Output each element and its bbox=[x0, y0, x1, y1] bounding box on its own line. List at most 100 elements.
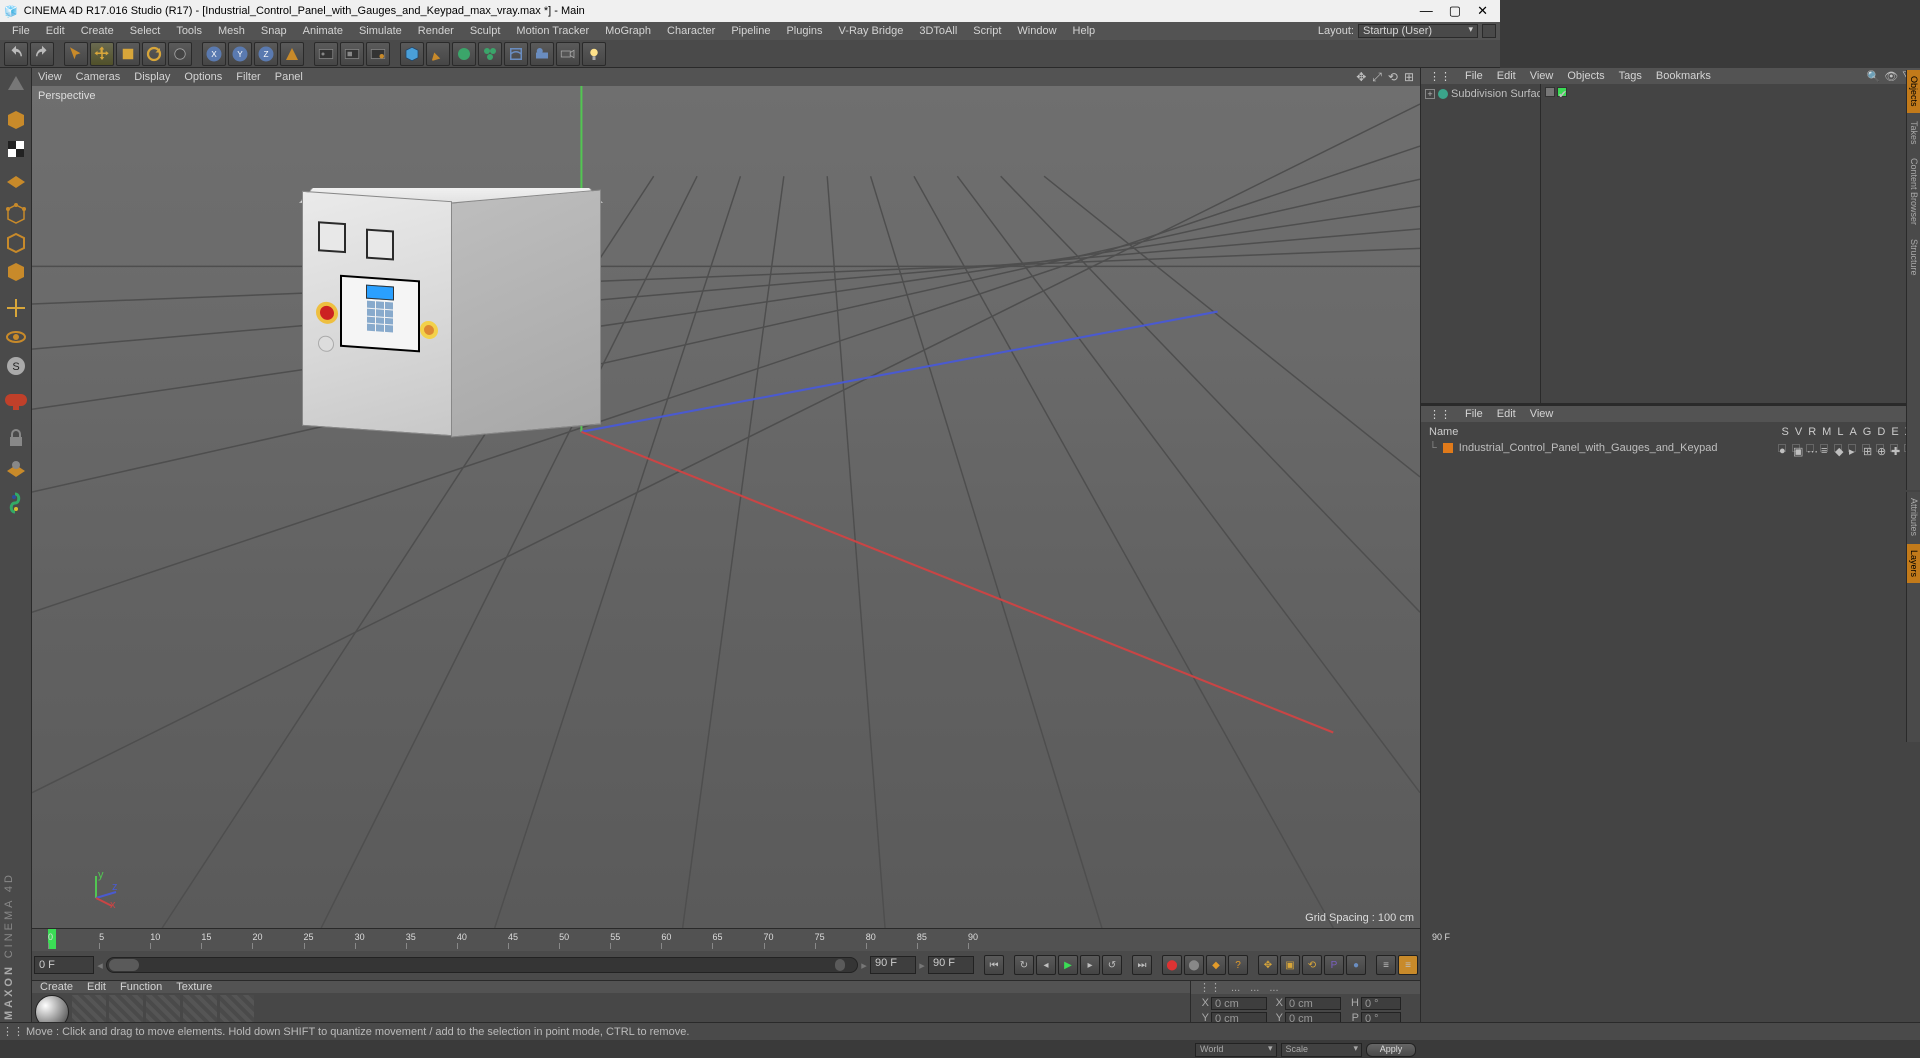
layer-color-icon[interactable] bbox=[1443, 443, 1453, 453]
vp-menu-cameras[interactable]: Cameras bbox=[76, 71, 121, 83]
make-editable-button[interactable] bbox=[2, 70, 30, 98]
rp-grip-icon-2[interactable]: ⋮⋮ bbox=[1429, 408, 1451, 421]
menu-tools[interactable]: Tools bbox=[168, 24, 210, 38]
keyframe-sel-button[interactable]: ◆ bbox=[1206, 955, 1226, 975]
side-tab-content-browser[interactable]: Content Browser bbox=[1907, 152, 1920, 231]
maximize-button[interactable]: ▢ bbox=[1449, 3, 1461, 19]
scale-tool[interactable] bbox=[116, 42, 140, 66]
menu-sculpt[interactable]: Sculpt bbox=[462, 24, 509, 38]
viewport-perspective[interactable]: Perspective bbox=[32, 86, 1420, 928]
menu-mograph[interactable]: MoGraph bbox=[597, 24, 659, 38]
side-tab-attributes[interactable]: Attributes bbox=[1907, 492, 1920, 542]
menu-render[interactable]: Render bbox=[410, 24, 462, 38]
layout-config-button[interactable] bbox=[1482, 24, 1496, 38]
snap-button[interactable]: S bbox=[2, 352, 30, 380]
rp-search-icon[interactable]: 🔍 bbox=[1867, 70, 1881, 83]
layerpanel-menu-view[interactable]: View bbox=[1530, 408, 1554, 421]
coord-space-dropdown[interactable]: World bbox=[1195, 1043, 1277, 1057]
menu-edit[interactable]: Edit bbox=[38, 24, 73, 38]
viewport-solo-button[interactable] bbox=[2, 323, 30, 351]
mat-menu-texture[interactable]: Texture bbox=[176, 981, 212, 993]
script-button[interactable] bbox=[2, 489, 30, 517]
vp-move-icon[interactable]: ✥ bbox=[1356, 70, 1366, 85]
texture-mode[interactable] bbox=[2, 135, 30, 163]
coord-apply-button[interactable]: Apply bbox=[1366, 1043, 1416, 1057]
menu-character[interactable]: Character bbox=[659, 24, 723, 38]
menu-plugins[interactable]: Plugins bbox=[778, 24, 830, 38]
menu-motion-tracker[interactable]: Motion Tracker bbox=[508, 24, 597, 38]
coord-mode-dropdown[interactable]: Scale bbox=[1281, 1043, 1363, 1057]
locked-workplane-button[interactable] bbox=[2, 424, 30, 452]
workplane-snap-button[interactable] bbox=[2, 388, 30, 416]
vp-menu-display[interactable]: Display bbox=[134, 71, 170, 83]
menu-create[interactable]: Create bbox=[73, 24, 122, 38]
coord-menu-icon[interactable]: ⋮⋮ bbox=[1199, 981, 1221, 994]
add-pen-button[interactable] bbox=[426, 42, 450, 66]
key-pla-button[interactable]: ● bbox=[1346, 955, 1366, 975]
menu-help[interactable]: Help bbox=[1065, 24, 1104, 38]
menu-snap[interactable]: Snap bbox=[253, 24, 295, 38]
play-button[interactable]: ▶ bbox=[1058, 955, 1078, 975]
side-tab-structure[interactable]: Structure bbox=[1907, 233, 1920, 282]
rotate-tool[interactable] bbox=[142, 42, 166, 66]
vp-menu-panel[interactable]: Panel bbox=[275, 71, 303, 83]
add-nurbs-button[interactable] bbox=[452, 42, 476, 66]
side-tab-objects[interactable]: Objects bbox=[1907, 70, 1920, 113]
mat-menu-function[interactable]: Function bbox=[120, 981, 162, 993]
autokey-button[interactable]: ⬤ bbox=[1184, 955, 1204, 975]
edges-mode[interactable] bbox=[2, 229, 30, 257]
frame-out-field[interactable]: 90 F bbox=[870, 956, 916, 974]
redo-button[interactable] bbox=[30, 42, 54, 66]
object-tree[interactable]: + Subdivision Surface ✔ bbox=[1421, 84, 1920, 403]
vp-zoom-icon[interactable]: ⤢ bbox=[1372, 70, 1382, 85]
layer-item-label[interactable]: Industrial_Control_Panel_with_Gauges_and… bbox=[1459, 442, 1718, 454]
timeline-ruler[interactable]: 05101520253035404550556065707580859090 F bbox=[32, 929, 1420, 951]
tree-item-label[interactable]: Subdivision Surface bbox=[1451, 88, 1548, 100]
layerpanel-menu-edit[interactable]: Edit bbox=[1497, 408, 1516, 421]
objpanel-menu-tags[interactable]: Tags bbox=[1619, 70, 1642, 83]
objpanel-menu-view[interactable]: View bbox=[1530, 70, 1554, 83]
key-param-button[interactable]: P bbox=[1324, 955, 1344, 975]
forward-button[interactable]: ↺ bbox=[1102, 955, 1122, 975]
objpanel-menu-file[interactable]: File bbox=[1465, 70, 1483, 83]
layerpanel-menu-file[interactable]: File bbox=[1465, 408, 1483, 421]
render-view-button[interactable] bbox=[314, 42, 338, 66]
objpanel-menu-objects[interactable]: Objects bbox=[1567, 70, 1604, 83]
model-mode[interactable] bbox=[2, 106, 30, 134]
vp-menu-filter[interactable]: Filter bbox=[236, 71, 260, 83]
objpanel-menu-edit[interactable]: Edit bbox=[1497, 70, 1516, 83]
last-tool[interactable] bbox=[168, 42, 192, 66]
coord-system-button[interactable] bbox=[280, 42, 304, 66]
side-tab-takes[interactable]: Takes bbox=[1907, 115, 1920, 151]
tl-opt1-button[interactable]: ≡ bbox=[1376, 955, 1396, 975]
add-deformer-button[interactable] bbox=[504, 42, 528, 66]
coord-sx[interactable]: 0 cm bbox=[1285, 997, 1341, 1010]
keyframe-help-button[interactable]: ? bbox=[1228, 955, 1248, 975]
next-frame-button[interactable]: ▸ bbox=[1080, 955, 1100, 975]
goto-start-button[interactable]: ⏮ bbox=[984, 955, 1004, 975]
render-settings-button[interactable] bbox=[366, 42, 390, 66]
tree-expand-button[interactable]: + bbox=[1425, 89, 1435, 99]
menu-script[interactable]: Script bbox=[965, 24, 1009, 38]
mat-menu-edit[interactable]: Edit bbox=[87, 981, 106, 993]
key-rot-button[interactable]: ⟲ bbox=[1302, 955, 1322, 975]
x-axis-lock[interactable]: X bbox=[202, 42, 226, 66]
timeline-scrollbar[interactable] bbox=[106, 957, 858, 973]
key-scale-button[interactable]: ▣ bbox=[1280, 955, 1300, 975]
coord-h[interactable]: 0 ° bbox=[1361, 997, 1401, 1010]
prev-frame-button[interactable]: ◂ bbox=[1036, 955, 1056, 975]
undo-button[interactable] bbox=[4, 42, 28, 66]
y-axis-lock[interactable]: Y bbox=[228, 42, 252, 66]
vp-menu-view[interactable]: View bbox=[38, 71, 62, 83]
menu-3dtoall[interactable]: 3DToAll bbox=[911, 24, 965, 38]
minimize-button[interactable]: — bbox=[1420, 3, 1433, 19]
add-environment-button[interactable] bbox=[530, 42, 554, 66]
frame-start-field[interactable]: 0 F bbox=[34, 956, 94, 974]
menu-file[interactable]: File bbox=[4, 24, 38, 38]
polygons-mode[interactable] bbox=[2, 258, 30, 286]
key-pos-button[interactable]: ✥ bbox=[1258, 955, 1278, 975]
layout-dropdown[interactable]: Startup (User) bbox=[1358, 24, 1478, 38]
menu-window[interactable]: Window bbox=[1009, 24, 1064, 38]
menu-pipeline[interactable]: Pipeline bbox=[723, 24, 778, 38]
rp-grip-icon[interactable]: ⋮⋮ bbox=[1429, 70, 1451, 83]
